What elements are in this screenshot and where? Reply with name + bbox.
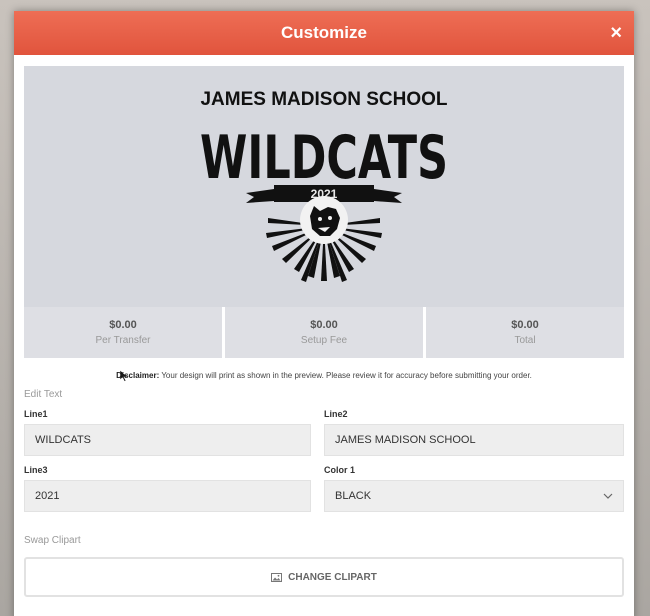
color1-label: Color 1 (324, 465, 356, 475)
disclaimer-text: Your design will print as shown in the p… (159, 371, 532, 380)
customize-modal: Customize × JAMES MADISON SCHOOL WILDCAT… (14, 11, 634, 616)
image-icon (271, 572, 283, 582)
stat-label: Per Transfer (95, 335, 151, 346)
change-clipart-label: CHANGE CLIPART (288, 571, 377, 583)
design-preview: JAMES MADISON SCHOOL WILDCATS 2021 (24, 66, 624, 307)
modal-header: Customize × (14, 11, 634, 55)
stat-value: $0.00 (310, 319, 338, 331)
disclaimer-title: Disclaimer: (116, 371, 160, 380)
modal-title: Customize (281, 23, 367, 42)
stat-setup-fee: $0.00 Setup Fee (225, 307, 423, 358)
line3-input[interactable]: 2021 (24, 480, 311, 512)
price-summary: $0.00 Per Transfer $0.00 Setup Fee $0.00… (24, 307, 624, 358)
color1-select[interactable]: BLACK (324, 480, 624, 512)
stat-per-transfer: $0.00 Per Transfer (24, 307, 222, 358)
stat-value: $0.00 (109, 319, 137, 331)
color1-selected-value: BLACK (335, 490, 372, 502)
swap-clipart-heading: Swap Clipart (24, 535, 81, 546)
stat-total: $0.00 Total (426, 307, 624, 358)
logo-team-name: WILDCATS (200, 123, 448, 193)
line2-label: Line2 (324, 409, 348, 419)
line3-label: Line3 (24, 465, 48, 475)
change-clipart-button[interactable]: CHANGE CLIPART (24, 557, 624, 597)
disclaimer: Disclaimer: Your design will print as sh… (14, 371, 634, 380)
edit-text-heading: Edit Text (24, 389, 63, 400)
design-logo: JAMES MADISON SCHOOL WILDCATS 2021 (200, 89, 448, 282)
line2-input[interactable]: JAMES MADISON SCHOOL (324, 424, 624, 456)
line1-label: Line1 (24, 409, 48, 419)
close-icon[interactable]: × (610, 23, 622, 43)
stat-label: Setup Fee (300, 335, 348, 346)
line1-input[interactable]: WILDCATS (24, 424, 311, 456)
stat-label: Total (514, 335, 536, 346)
chevron-down-icon (603, 493, 613, 499)
logo-school-name: JAMES MADISON SCHOOL (200, 89, 447, 110)
stat-value: $0.00 (511, 319, 539, 331)
wildcat-head-icon (300, 196, 348, 244)
